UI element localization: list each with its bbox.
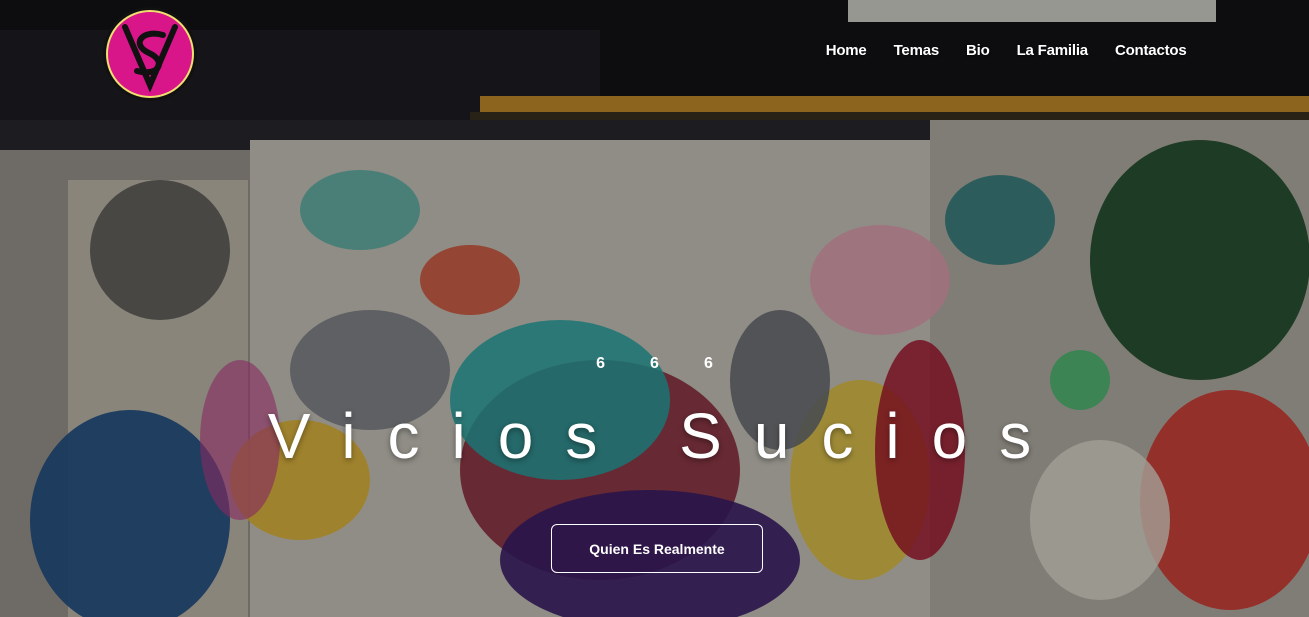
hero-eyebrow: 666 [596, 355, 758, 372]
nav-bio[interactable]: Bio [953, 40, 1004, 61]
nav-la-familia[interactable]: La Familia [1003, 40, 1101, 61]
vs-logo-icon[interactable] [101, 5, 199, 103]
main-nav: Home Temas Bio La Familia Contactos [812, 40, 1200, 61]
nav-contactos[interactable]: Contactos [1101, 40, 1200, 61]
hero-title: Vicios Sucios [267, 400, 1064, 472]
nav-temas[interactable]: Temas [880, 40, 952, 61]
quien-es-realmente-button[interactable]: Quien Es Realmente [551, 524, 763, 573]
nav-home[interactable]: Home [812, 40, 880, 61]
